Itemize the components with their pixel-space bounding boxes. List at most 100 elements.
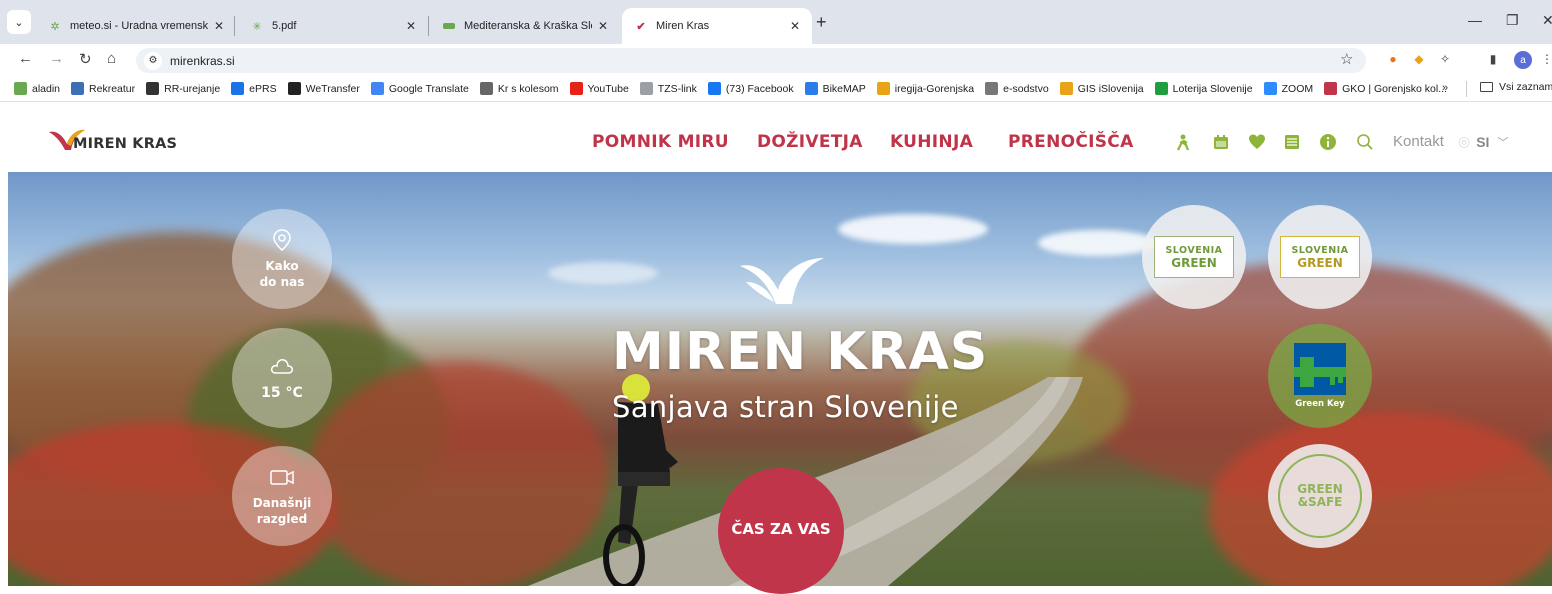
new-tab-icon[interactable]: + [816,12,827,33]
bookmark-item[interactable]: GKO | Gorenjsko kol... [1324,82,1447,95]
reload-icon[interactable]: ↻ [79,50,92,68]
bookmark-item[interactable]: ePRS [231,82,277,95]
bookmark-item[interactable]: YouTube [569,82,629,95]
circle-label: razgled [256,512,308,526]
menu-grid-icon[interactable] [1283,133,1301,151]
slovenia-green-logo: SLOVENIA GREEN [1280,236,1360,278]
bookmark-item[interactable]: aladin [14,82,60,95]
green-key-badge[interactable]: Green Key [1268,324,1372,428]
avatar[interactable]: a [1514,51,1532,69]
nav-dozivetja[interactable]: DOŽIVETJA [757,132,863,152]
badge-text: GREEN [1297,255,1343,270]
bookmark-favicon-icon [876,82,890,95]
tab-search-button[interactable]: ⌄ [7,10,31,34]
logo[interactable]: MIREN KRAS [47,126,177,152]
bookmark-favicon-icon [804,82,818,95]
extension-icon[interactable]: ● [1384,50,1402,68]
kontakt-link[interactable]: Kontakt [1393,133,1444,150]
bookmark-label: YouTube [587,82,629,95]
badge-text: SLOVENIA [1165,244,1223,256]
circle-label: do nas [259,275,305,289]
bookmark-label: Rekreatur [89,82,136,95]
calendar-icon[interactable] [1212,133,1230,151]
site-settings-icon[interactable]: ⚙ [144,51,162,70]
close-icon[interactable]: ✕ [214,19,224,33]
home-icon[interactable]: ⌂ [107,50,116,67]
close-icon[interactable]: ✕ [598,19,608,33]
minimize-icon[interactable]: — [1468,12,1482,28]
language-selector[interactable]: ◎ SI ﹀ [1458,133,1508,150]
green-safe-badge[interactable]: GREEN &SAFE [1268,444,1372,548]
window-close-icon[interactable]: ✕ [1542,12,1552,29]
bookmark-favicon-icon [287,82,301,95]
bookmark-favicon-icon [707,82,721,95]
heart-icon[interactable] [1248,133,1266,151]
slovenia-favicon-icon [442,19,456,33]
bookmark-item[interactable]: e-sodstvo [985,82,1049,95]
bookmark-label: aladin [32,82,61,95]
slovenia-green-destination-badge[interactable]: SLOVENIA GREEN [1268,205,1372,309]
extension-icon[interactable]: ◆ [1410,50,1428,68]
hiking-icon[interactable] [1174,133,1192,151]
bookmarks-separator [1466,81,1467,97]
bookmark-favicon-icon [985,82,999,95]
bookmark-star-icon[interactable]: ☆ [1340,50,1353,68]
bookmark-favicon-icon [639,82,653,95]
hero-title: MIREN KRAS [612,322,989,382]
browser-tab-bar: ⌄ ✲ meteo.si - Uradna vremenska n ✕ ✳ 5.… [0,0,1552,44]
close-icon[interactable]: ✕ [790,19,800,33]
bookmark-item[interactable]: iregija-Gorenjska [876,82,974,95]
bookmark-item[interactable]: ZOOM [1263,82,1313,95]
hero-subtitle: Sanjava stran Slovenije [612,390,959,424]
badge-text: GREEN [1171,255,1217,270]
bookmark-item[interactable]: Kr s kolesom [479,82,559,95]
nav-prenocisca[interactable]: PRENOČIŠČA [1008,132,1134,152]
bookmark-item[interactable]: Rekreatur [71,82,135,95]
bookmark-item[interactable]: GIS iSlovenija [1059,82,1144,95]
bookmark-favicon-icon [370,82,384,95]
back-arrow-icon[interactable]: ← [18,50,33,67]
cloud-icon [270,358,293,374]
danasnji-razgled-button[interactable]: Današnji razgled [232,446,332,546]
address-toolbar: ← → ↻ ⌂ ⚙ mirenkras.si ☆ ● ◆ ✧ ▮ a ⋮ [0,44,1552,76]
address-bar[interactable]: ⚙ mirenkras.si [136,48,1366,73]
close-icon[interactable]: ✕ [406,19,416,33]
slovenia-green-badge[interactable]: SLOVENIA GREEN [1142,205,1246,309]
extensions-puzzle-icon[interactable]: ✧ [1436,50,1454,68]
bookmark-item[interactable]: Google Translate [370,82,469,95]
bookmark-item[interactable]: WeTransfer [287,82,360,95]
tab-pdf[interactable]: ✳ 5.pdf ✕ [238,8,428,44]
nav-kuhinja[interactable]: KUHINJA [890,132,973,152]
bookmark-favicon-icon [1263,82,1277,95]
logo-text: MIREN KRAS [73,136,178,152]
bookmark-item[interactable]: (73) Facebook [707,82,794,95]
bookmarks-overflow-icon[interactable]: » [1442,82,1448,94]
search-icon[interactable] [1356,133,1374,151]
miren-kras-favicon-icon: ✔ [636,20,646,33]
bookmark-label: TZS-link [657,82,697,95]
bookmark-item[interactable]: Loterija Slovenije [1154,82,1253,95]
all-bookmarks-folder[interactable]: Vsi zaznamk [1480,81,1552,93]
circle-label: Kako [265,258,299,273]
bookmark-favicon-icon [146,82,160,95]
side-panel-icon[interactable]: ▮ [1484,50,1502,68]
nav-pomnik-miru[interactable]: POMNIK MIRU [592,132,729,152]
tab-mediteranska[interactable]: Mediteranska & Kraška Sloven ✕ [430,8,620,44]
restore-icon[interactable]: ❐ [1506,12,1519,29]
kako-do-nas-button[interactable]: Kako do nas [232,209,332,309]
bookmark-item[interactable]: BikeMAP [804,82,866,95]
url-text: mirenkras.si [170,53,235,68]
bookmark-item[interactable]: TZS-link [639,82,697,95]
tab-meteo[interactable]: ✲ meteo.si - Uradna vremenska n ✕ [36,8,236,44]
forward-arrow-icon[interactable]: → [49,50,64,67]
pdf-favicon-icon: ✳ [252,20,262,33]
cas-za-vas-button[interactable]: ČAS ZA VAS [718,468,844,594]
info-icon[interactable] [1319,133,1337,151]
tab-miren-kras[interactable]: ✔ Miren Kras ✕ [622,8,812,44]
bookmarks-bar: aladin Rekreatur RR-urejanje ePRS WeTransfer… [0,76,1552,102]
tab-separator [234,16,235,36]
weather-button[interactable]: 15 °C [232,328,332,428]
bookmark-favicon-icon [1059,82,1073,95]
more-menu-icon[interactable]: ⋮ [1538,50,1552,68]
bookmark-item[interactable]: RR-urejanje [146,82,220,95]
